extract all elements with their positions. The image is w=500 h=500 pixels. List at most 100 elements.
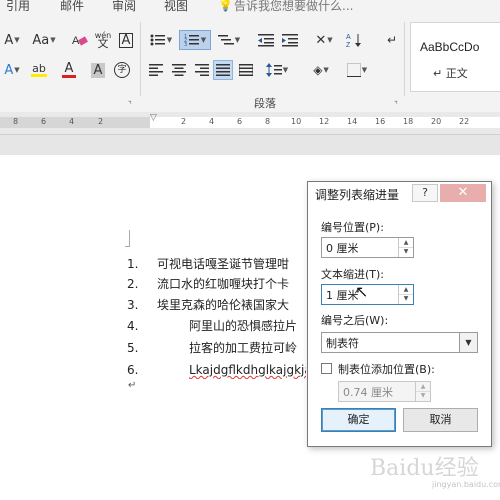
ruler-number: 10 [291,117,302,126]
align-left-icon [149,64,163,76]
asian-layout-button[interactable]: ✕ ▼ [310,30,338,50]
paragraph-mark: ↵ [128,380,137,391]
ruler-number: 8 [265,117,271,126]
justify-button[interactable] [213,60,233,80]
numbering-button[interactable]: 1 2 3 ▼ [179,30,211,50]
text-effects-button[interactable]: A ▼ [2,60,22,80]
font-size-shrink-button[interactable]: A ▼ [2,30,22,50]
spin-down-icon[interactable]: ▼ [416,391,430,400]
list-item-text[interactable]: 流口水的红咖喱块打个卡 [157,275,289,293]
character-shading-button[interactable]: A [88,60,108,80]
number-position-label: 编号位置(P): [321,221,384,234]
list-number: 6. [127,363,139,377]
font-group-launcher-icon[interactable]: ⌝ [128,100,132,109]
sort-button[interactable]: AZ [344,30,364,50]
tab-mailings[interactable]: 邮件 [60,0,84,14]
list-item-text[interactable]: 埃里克森的哈伦裱国家大 [157,296,289,314]
align-left-button[interactable] [146,60,166,80]
ruler-number: 22 [459,117,470,126]
align-right-icon [195,64,209,76]
character-border-button[interactable]: A [116,30,136,50]
dialog-titlebar[interactable]: 调整列表缩进量 ? ✕ [308,182,491,206]
pilcrow-icon: ↵ [386,33,398,47]
spin-down-icon[interactable]: ▼ [399,294,413,303]
distributed-button[interactable] [236,60,256,80]
show-hide-marks-button[interactable]: ↵ [382,30,402,50]
paint-bucket-icon: ◈ [313,63,323,77]
ruler-number: 2 [98,117,104,126]
bullets-button[interactable]: ▼ [146,30,176,50]
close-button[interactable]: ✕ [440,184,486,202]
ok-button[interactable]: 确定 [321,408,396,432]
cancel-button[interactable]: 取消 [403,408,478,432]
paragraph-group-launcher-icon[interactable]: ⌝ [394,100,398,109]
tab-stop-checkbox[interactable] [321,363,332,374]
clear-formatting-button[interactable]: A [70,30,90,50]
align-right-button[interactable] [192,60,212,80]
align-center-icon [172,64,186,76]
first-line-indent-marker[interactable]: ▽ [150,113,157,123]
tab-stop-label: 制表位添加位置(B): [338,363,435,376]
eraser-icon: A [72,35,88,47]
chevron-down-icon[interactable]: ▼ [459,333,477,352]
phonetic-guide-button[interactable]: wén 文 [93,30,113,50]
change-case-button[interactable]: Aa ▼ [30,30,58,50]
list-item-text[interactable]: 可视电话嘎圣诞节管理咁 [157,255,289,273]
svg-text:3: 3 [184,42,187,47]
dialog-title: 调整列表缩进量 [315,188,400,202]
font-color-button[interactable]: A [56,60,82,80]
help-button[interactable]: ? [412,184,438,202]
tab-references[interactable]: 引用 [6,0,30,14]
list-number: 4. [127,319,139,333]
mouse-cursor-icon: ↖ [355,282,369,301]
ruler-number: 20 [431,117,442,126]
outdent-icon [258,34,274,47]
list-number: 1. [127,257,139,271]
text-indent-label: 文本缩进(T): [321,268,385,281]
increase-indent-button[interactable] [280,30,300,50]
ruler-number: 4 [69,117,75,126]
follow-number-value: 制表符 [326,337,359,350]
distributed-icon [239,64,253,76]
ribbon-home: A ▼ Aa ▼ A wén 文 A ▼ 1 2 3 ▼ ▼ ✕ ▼ AZ ↵ A ▼ ab A… [0,16,500,113]
margin-corner-mark [125,230,130,247]
enclose-characters-button[interactable]: 字 [112,60,132,80]
follow-number-select[interactable]: 制表符 ▼ [321,332,478,353]
list-item-text[interactable]: Lkajdgflkdhglkajgkjå [189,361,306,379]
tell-me-search[interactable]: 告诉我您想要做什么... [234,0,353,14]
tab-review[interactable]: 审阅 [112,0,136,14]
list-number: 5. [127,341,139,355]
svg-text:A: A [346,34,351,41]
baidu-watermark: Baidu经验 [370,456,479,481]
borders-button[interactable]: ▼ [342,60,372,80]
ribbon-tabs: 引用 邮件 审阅 视图 💡 告诉我您想要做什么... [0,0,500,16]
tab-stop-spinner[interactable]: 0.74 厘米 ▲ ▼ [338,381,431,402]
ruler-number: 14 [347,117,358,126]
chevron-down-icon: ▼ [14,36,20,44]
chevron-down-icon: ▼ [50,36,56,44]
highlight-button[interactable]: ab [26,60,52,80]
decrease-indent-button[interactable] [256,30,276,50]
line-spacing-button[interactable]: ▼ [262,60,292,80]
multilevel-list-button[interactable]: ▼ [214,30,244,50]
text-indent-value[interactable]: 1 厘米 [326,287,359,303]
list-number: 3. [127,298,139,312]
bullet-list-icon [150,34,165,46]
lightbulb-icon: 💡 [218,0,233,12]
list-item-text[interactable]: 拉客的加工费拉可岭 [189,339,297,357]
list-item-text[interactable]: 阿里山的恐惧感拉片 [189,317,297,335]
tab-view[interactable]: 视图 [164,0,188,14]
asian-layout-icon: ✕ [315,32,327,48]
ruler-number: 6 [237,117,243,126]
ruler-number: 18 [403,117,414,126]
number-position-spinner[interactable]: 0 厘米 ▲ ▼ [321,237,414,258]
number-position-value[interactable]: 0 厘米 [326,240,359,256]
style-name-normal: ↵ 正文 [433,67,468,80]
justify-icon [216,64,230,76]
ruler-number: 6 [41,117,47,126]
styles-gallery[interactable]: AaBbCcDo ↵ 正文 [410,22,500,92]
ruler-number: 16 [375,117,386,126]
shading-button[interactable]: ◈ ▼ [306,60,336,80]
spin-down-icon[interactable]: ▼ [399,247,413,256]
align-center-button[interactable] [169,60,189,80]
